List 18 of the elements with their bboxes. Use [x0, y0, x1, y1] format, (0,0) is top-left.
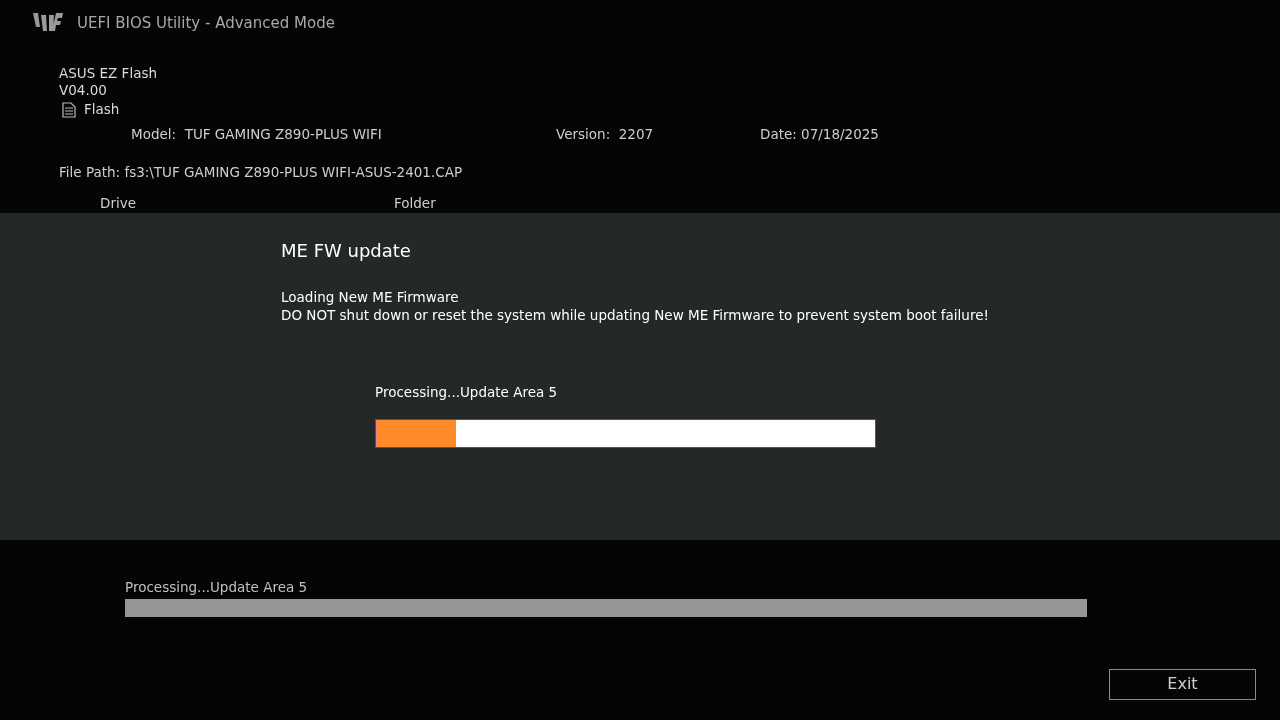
mode-label: Flash [84, 101, 120, 118]
window-title: UEFI BIOS Utility - Advanced Mode [77, 12, 335, 34]
dialog-message: DO NOT shut down or reset the system while updating New ME Firmware to prevent system boot failure! [281, 305, 990, 324]
app-version: V04.00 [59, 82, 108, 99]
file-path: File Path: fs3:\TUF GAMING Z890-PLUS WIFI-ASUS-2401.CAP [59, 163, 464, 183]
model-text: Model: TUF GAMING Z890-PLUS WIFI [131, 125, 383, 144]
dialog-title: ME FW update [281, 238, 412, 263]
document-icon [62, 101, 76, 118]
column-header: Folder [394, 193, 436, 213]
column-header: Drive [100, 193, 137, 213]
footer-status: Processing...Update Area 5 [125, 577, 309, 597]
app-name: ASUS EZ Flash [59, 65, 158, 82]
exit-button[interactable]: Exit [1109, 668, 1256, 700]
progress-status: Processing...Update Area 5 [375, 382, 559, 402]
version-text: Version: 2207 [556, 125, 655, 144]
logo-icon [33, 13, 63, 33]
dialog-message: Loading New ME Firmware [281, 287, 460, 306]
date-text: Date: 07/18/2025 [760, 125, 879, 144]
